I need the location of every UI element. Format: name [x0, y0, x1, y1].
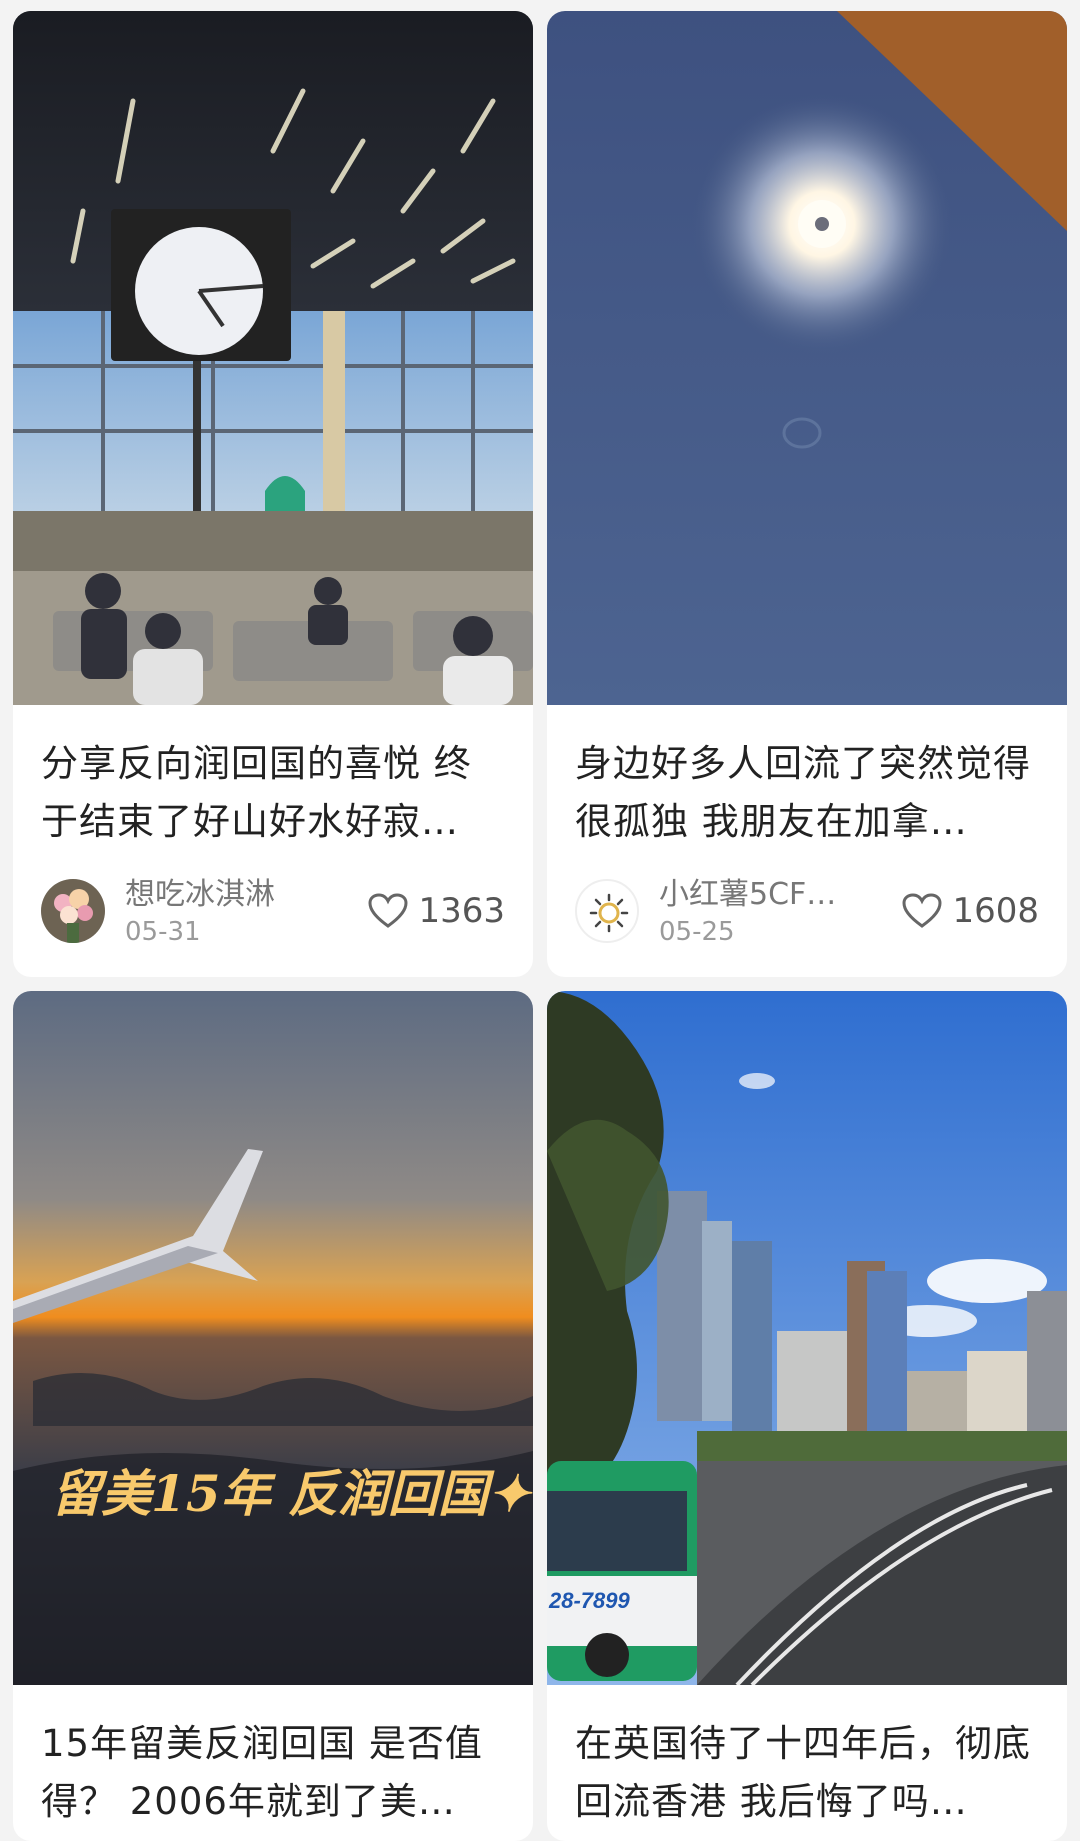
cover-image-airport[interactable] — [13, 11, 533, 705]
note-card-3[interactable]: 留美15年 反润回国✦ 15年留美反润回国 是否值得？ 2006年就到了美… — [13, 991, 533, 1841]
airport-hall-image — [13, 11, 533, 705]
hong-kong-street-image: 28-7899 — [547, 991, 1067, 1685]
like-count: 1608 — [952, 891, 1039, 931]
sun-avatar-icon — [589, 893, 629, 933]
bus-number-text: 28-7899 — [548, 1588, 631, 1613]
author-name[interactable]: 想吃冰淇淋 — [125, 875, 315, 915]
like-count: 1363 — [418, 891, 505, 931]
post-date: 05-25 — [659, 917, 735, 947]
author-name[interactable]: 小红薯5CFE… — [659, 875, 849, 915]
flower-bouquet-avatar-icon — [41, 879, 105, 943]
note-title[interactable]: 在英国待了十四年后，彻底回流香港 我后悔了吗… — [547, 1685, 1067, 1831]
like-button[interactable]: 1608 — [902, 889, 1039, 933]
heart-icon — [902, 893, 942, 928]
cover-image-sunset[interactable]: 留美15年 反润回国✦ — [13, 991, 533, 1685]
note-feed: 分享反向润回国的喜悦 终于结束了好山好水好寂… 想吃冰淇淋 05-31 1363 — [0, 0, 1080, 1841]
note-meta: 想吃冰淇淋 05-31 1363 — [41, 875, 505, 947]
note-title[interactable]: 15年留美反润回国 是否值得？ 2006年就到了美… — [13, 1685, 533, 1831]
note-title[interactable]: 分享反向润回国的喜悦 终于结束了好山好水好寂… — [13, 705, 533, 851]
cover-image-sun[interactable] — [547, 11, 1067, 705]
sun-sky-image — [547, 11, 1067, 705]
cover-overlay-text: 留美15年 反润回国✦ — [51, 1464, 533, 1523]
note-card-1[interactable]: 分享反向润回国的喜悦 终于结束了好山好水好寂… 想吃冰淇淋 05-31 1363 — [13, 11, 533, 977]
note-title[interactable]: 身边好多人回流了突然觉得很孤独 我朋友在加拿… — [547, 705, 1067, 851]
like-button[interactable]: 1363 — [368, 889, 505, 933]
note-meta: 小红薯5CFE… 05-25 1608 — [575, 875, 1039, 947]
heart-icon — [368, 893, 408, 928]
cover-image-hong-kong[interactable]: 28-7899 — [547, 991, 1067, 1685]
post-date: 05-31 — [125, 917, 201, 947]
sunset-wing-image: 留美15年 反润回国✦ — [13, 991, 533, 1685]
author-avatar[interactable] — [41, 879, 105, 943]
author-avatar[interactable] — [575, 879, 639, 943]
note-card-4[interactable]: 28-7899 在英国待了十四年后，彻底回流香港 我后悔了吗… — [547, 991, 1067, 1841]
note-card-2[interactable]: 身边好多人回流了突然觉得很孤独 我朋友在加拿… 小红薯5CFE… 05-25 1… — [547, 11, 1067, 977]
